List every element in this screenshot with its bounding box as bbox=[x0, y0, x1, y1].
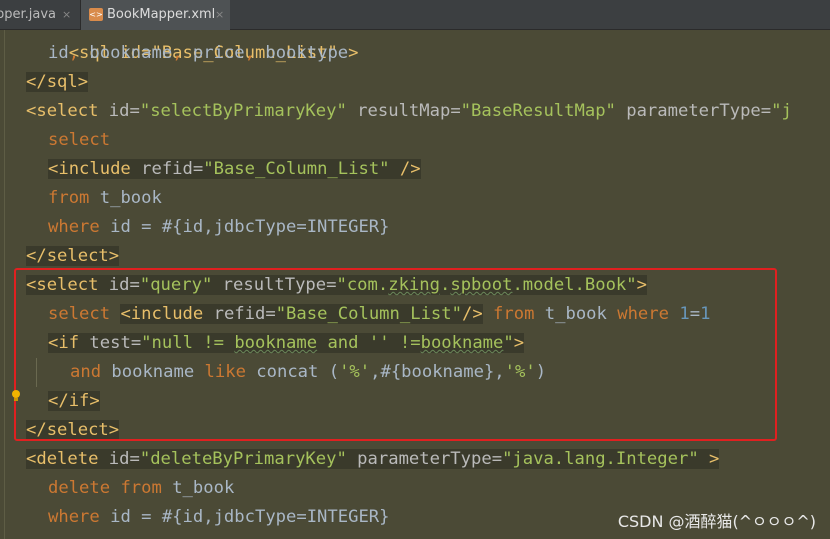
code-text: id = #{id,jdbcType=INTEGER} bbox=[99, 507, 390, 527]
equals: = bbox=[129, 101, 140, 121]
sql-keyword: where bbox=[48, 507, 100, 527]
code-line-6[interactable]: from t_book bbox=[48, 184, 162, 213]
comma: , bbox=[68, 43, 90, 63]
attr-value: "BaseResultMap" bbox=[460, 101, 616, 121]
code-text: t_book bbox=[161, 478, 235, 498]
lightbulb-icon[interactable] bbox=[11, 390, 21, 402]
attr-name: id bbox=[108, 101, 130, 121]
attr-name: parameterType bbox=[346, 449, 492, 469]
code-line-1[interactable]: id, bookname, price, booktype bbox=[48, 39, 348, 68]
xml-tag: <include bbox=[48, 159, 142, 179]
sql-keyword: from bbox=[48, 188, 90, 208]
attr-value: "j bbox=[771, 101, 792, 121]
attr-name: resultMap bbox=[346, 101, 451, 121]
equals: = bbox=[450, 101, 461, 121]
xml-tag: </select> bbox=[26, 246, 120, 266]
code-line-15[interactable]: <delete id="deleteByPrimaryKey" paramete… bbox=[26, 445, 720, 474]
equals: = bbox=[129, 449, 140, 469]
sql-keyword: delete bbox=[48, 478, 111, 498]
attr-value: "java.lang.Integer" bbox=[502, 449, 699, 469]
comma: , bbox=[172, 43, 193, 63]
xml-tag: /> bbox=[389, 159, 421, 179]
code-line-5[interactable]: <include refid="Base_Column_List" /> bbox=[48, 155, 421, 184]
code-line-2[interactable]: </sql> bbox=[26, 68, 89, 97]
xml-tag: <delete bbox=[26, 449, 109, 469]
attr-name: refid bbox=[141, 159, 193, 179]
code-line-4[interactable]: select bbox=[48, 126, 110, 155]
code-text: price bbox=[192, 43, 245, 63]
sql-keyword: where bbox=[48, 217, 100, 237]
equals: = bbox=[491, 449, 503, 469]
equals: = bbox=[760, 101, 772, 121]
sql-keyword: from bbox=[120, 478, 162, 498]
code-line-3[interactable]: <select id="selectByPrimaryKey" resultMa… bbox=[26, 97, 792, 126]
equals: = bbox=[192, 159, 204, 179]
code-line-7[interactable]: where id = #{id,jdbcType=INTEGER} bbox=[48, 213, 390, 242]
xml-tag: <select bbox=[26, 101, 109, 121]
highlight-box bbox=[14, 268, 777, 441]
code-text: bookname bbox=[89, 43, 173, 63]
code-line-8[interactable]: </select> bbox=[26, 242, 120, 271]
attr-name: id bbox=[108, 449, 130, 469]
attr-name: parameterType bbox=[615, 101, 761, 121]
attr-value: "Base_Column_List" bbox=[203, 159, 390, 179]
attr-value: "selectByPrimaryKey" bbox=[139, 101, 347, 121]
attr-value: "deleteByPrimaryKey" bbox=[139, 449, 347, 469]
xml-tag: </sql> bbox=[26, 72, 89, 92]
xml-tag: > bbox=[698, 449, 720, 469]
code-line-16[interactable]: delete from t_book bbox=[48, 474, 234, 503]
indent-guide bbox=[4, 30, 5, 539]
code-text: t_book bbox=[89, 188, 162, 208]
code-line-0[interactable]: <sql id="Base_Column_List" > bbox=[48, 10, 359, 63]
editor-gutter bbox=[0, 30, 14, 539]
watermark: CSDN @酒醉猫(^ㅇㅇㅇ^) bbox=[617, 512, 816, 531]
comma: , bbox=[244, 43, 266, 63]
sql-keyword: select bbox=[48, 130, 111, 150]
code-text: id bbox=[48, 43, 69, 63]
code-line-17[interactable]: where id = #{id,jdbcType=INTEGER} bbox=[48, 503, 390, 532]
code-text: booktype bbox=[265, 43, 349, 63]
code-text: id = #{id,jdbcType=INTEGER} bbox=[99, 217, 390, 237]
